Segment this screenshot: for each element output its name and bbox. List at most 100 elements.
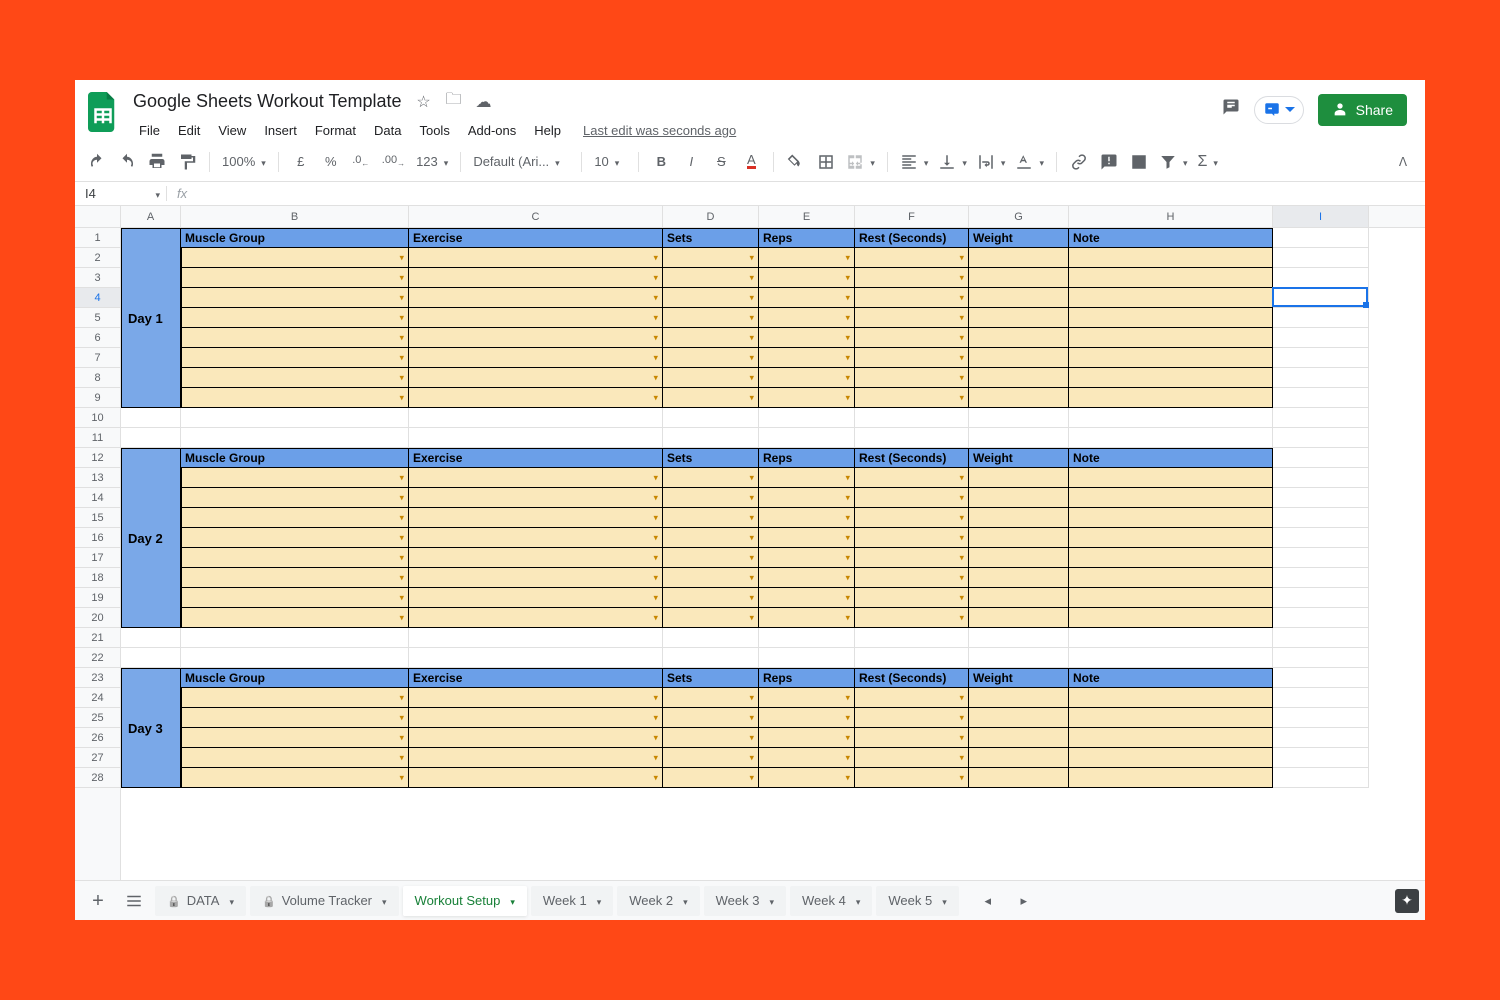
dropdown-cell[interactable]	[181, 268, 409, 288]
dropdown-cell[interactable]	[409, 288, 663, 308]
cell-G5[interactable]	[969, 308, 1069, 328]
cell-I16[interactable]	[1273, 528, 1369, 548]
dropdown-cell[interactable]	[181, 768, 409, 788]
row-header-10[interactable]: 10	[75, 408, 120, 428]
italic-button[interactable]: I	[679, 149, 703, 175]
row-header-2[interactable]: 2	[75, 248, 120, 268]
dropdown-cell[interactable]	[181, 368, 409, 388]
dropdown-cell[interactable]	[759, 568, 855, 588]
all-sheets-button[interactable]	[117, 886, 151, 916]
cell-C22[interactable]	[409, 648, 663, 668]
dropdown-cell[interactable]	[181, 328, 409, 348]
row-header-11[interactable]: 11	[75, 428, 120, 448]
row-header-23[interactable]: 23	[75, 668, 120, 688]
dropdown-cell[interactable]	[663, 508, 759, 528]
dropdown-cell[interactable]	[855, 768, 969, 788]
cell-E10[interactable]	[759, 408, 855, 428]
dropdown-cell[interactable]	[855, 468, 969, 488]
dropdown-cell[interactable]	[855, 348, 969, 368]
dropdown-cell[interactable]	[663, 728, 759, 748]
cell-I27[interactable]	[1273, 748, 1369, 768]
dropdown-cell[interactable]	[181, 568, 409, 588]
horizontal-align-button[interactable]	[898, 150, 931, 174]
functions-button[interactable]: Σ	[1196, 150, 1220, 174]
cell-G2[interactable]	[969, 248, 1069, 268]
dropdown-cell[interactable]	[181, 488, 409, 508]
dropdown-cell[interactable]	[181, 528, 409, 548]
dropdown-cell[interactable]	[181, 248, 409, 268]
row-header-19[interactable]: 19	[75, 588, 120, 608]
cell-D11[interactable]	[663, 428, 759, 448]
sheet-tab-week-2[interactable]: Week 2	[617, 886, 699, 916]
dropdown-cell[interactable]	[663, 368, 759, 388]
row-header-12[interactable]: 12	[75, 448, 120, 468]
cell-I9[interactable]	[1273, 388, 1369, 408]
dropdown-cell[interactable]	[759, 368, 855, 388]
cell-I21[interactable]	[1273, 628, 1369, 648]
cell-G22[interactable]	[969, 648, 1069, 668]
cell-H4[interactable]	[1069, 288, 1273, 308]
dropdown-cell[interactable]	[409, 328, 663, 348]
row-header-22[interactable]: 22	[75, 648, 120, 668]
chevron-down-icon[interactable]	[852, 893, 861, 908]
dropdown-cell[interactable]	[181, 708, 409, 728]
dropdown-cell[interactable]	[663, 308, 759, 328]
fill-color-button[interactable]	[784, 149, 808, 175]
text-color-button[interactable]: A	[739, 149, 763, 175]
dropdown-cell[interactable]	[181, 508, 409, 528]
workout-header-muscle-group[interactable]: Muscle Group	[181, 668, 409, 688]
workout-header-reps[interactable]: Reps	[759, 448, 855, 468]
chevron-down-icon[interactable]	[593, 893, 602, 908]
workout-header-sets[interactable]: Sets	[663, 448, 759, 468]
cell-G26[interactable]	[969, 728, 1069, 748]
dropdown-cell[interactable]	[409, 768, 663, 788]
print-button[interactable]	[145, 149, 169, 175]
dropdown-cell[interactable]	[759, 248, 855, 268]
cell-H26[interactable]	[1069, 728, 1273, 748]
cell-A11[interactable]	[121, 428, 181, 448]
row-header-4[interactable]: 4	[75, 288, 120, 308]
cell-I4[interactable]	[1273, 288, 1369, 308]
dropdown-cell[interactable]	[409, 528, 663, 548]
select-all-corner[interactable]	[75, 206, 121, 227]
dropdown-cell[interactable]	[759, 528, 855, 548]
dropdown-cell[interactable]	[759, 268, 855, 288]
cell-H19[interactable]	[1069, 588, 1273, 608]
dropdown-cell[interactable]	[409, 388, 663, 408]
zoom-select[interactable]: 100%	[220, 151, 268, 172]
dropdown-cell[interactable]	[663, 288, 759, 308]
name-box[interactable]: I4	[75, 186, 167, 201]
cell-B10[interactable]	[181, 408, 409, 428]
dropdown-cell[interactable]	[855, 508, 969, 528]
column-header-I[interactable]: I	[1273, 206, 1369, 227]
comments-icon[interactable]	[1222, 98, 1240, 122]
cell-D10[interactable]	[663, 408, 759, 428]
dropdown-cell[interactable]	[759, 288, 855, 308]
cell-I7[interactable]	[1273, 348, 1369, 368]
cell-I2[interactable]	[1273, 248, 1369, 268]
dropdown-cell[interactable]	[759, 588, 855, 608]
column-header-A[interactable]: A	[121, 206, 181, 227]
workout-header-rest-seconds-[interactable]: Rest (Seconds)	[855, 668, 969, 688]
dropdown-cell[interactable]	[663, 588, 759, 608]
row-header-28[interactable]: 28	[75, 768, 120, 788]
cell-I1[interactable]	[1273, 228, 1369, 248]
text-wrap-button[interactable]	[975, 150, 1008, 174]
cell-G8[interactable]	[969, 368, 1069, 388]
cell-I10[interactable]	[1273, 408, 1369, 428]
cell-I24[interactable]	[1273, 688, 1369, 708]
dropdown-cell[interactable]	[759, 688, 855, 708]
filter-button[interactable]	[1157, 150, 1190, 174]
row-header-26[interactable]: 26	[75, 728, 120, 748]
cell-I6[interactable]	[1273, 328, 1369, 348]
cell-H22[interactable]	[1069, 648, 1273, 668]
cell-C11[interactable]	[409, 428, 663, 448]
cell-I8[interactable]	[1273, 368, 1369, 388]
dropdown-cell[interactable]	[663, 768, 759, 788]
row-header-20[interactable]: 20	[75, 608, 120, 628]
cell-H20[interactable]	[1069, 608, 1273, 628]
cloud-status-icon[interactable]: ☁	[474, 92, 494, 112]
redo-button[interactable]	[115, 149, 139, 175]
day-label-2[interactable]: Day 2	[121, 448, 181, 628]
menu-edit[interactable]: Edit	[170, 119, 208, 142]
